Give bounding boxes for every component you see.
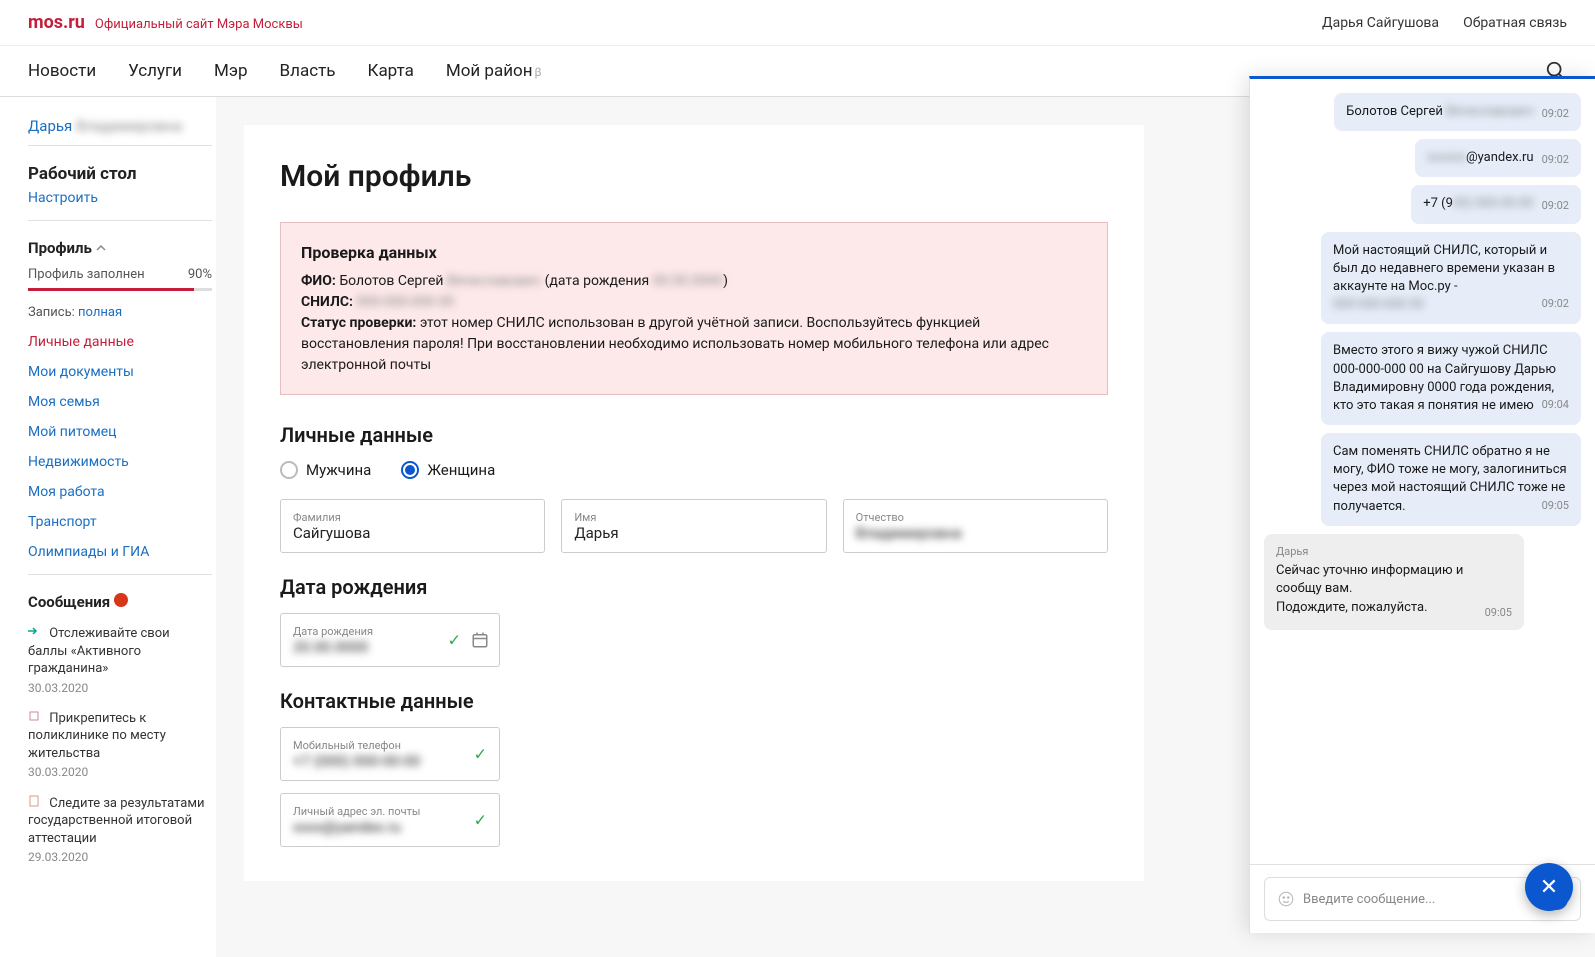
brand-logo: mos.ru (28, 12, 85, 33)
gender-female-radio[interactable]: Женщина (401, 461, 495, 479)
chat-bubble-agent: Дарья Сейчас уточню информацию и сообщу … (1264, 534, 1524, 630)
message-item[interactable]: Следите за результатами государственной … (28, 795, 212, 866)
sidebar-item-family[interactable]: Моя семья (28, 394, 212, 410)
check-icon: ✓ (474, 811, 487, 830)
dob-section-heading: Дата рождения (280, 575, 1108, 599)
header-top: mos.ru Официальный сайт Мэра Москвы Дарь… (0, 0, 1595, 46)
sidebar-desktop-heading: Рабочий стол (28, 164, 212, 184)
personal-section-heading: Личные данные (280, 423, 1108, 447)
sidebar-item-property[interactable]: Недвижимость (28, 454, 212, 470)
nav-item-news[interactable]: Новости (28, 61, 96, 81)
emoji-icon[interactable] (1277, 890, 1295, 908)
page-title: Мой профиль (280, 159, 1108, 194)
verification-alert: Проверка данных ФИО: Болотов Сергей Вяче… (280, 222, 1108, 395)
dob-field[interactable]: Дата рождения 20.00.0000 ✓ (280, 613, 500, 667)
check-icon: ✓ (448, 631, 461, 650)
message-item[interactable]: Прикрепитесь к поликлинике по месту жите… (28, 710, 212, 781)
nav-item-mayor[interactable]: Мэр (214, 61, 248, 81)
document-icon (28, 795, 42, 809)
alert-snils-row: СНИЛС: 000-000-000 00 (301, 292, 1087, 313)
sidebar-messages-heading[interactable]: Сообщения (28, 593, 212, 611)
calendar-icon[interactable] (471, 631, 489, 649)
gender-radios: Мужчина Женщина (280, 461, 1108, 479)
sidebar-item-pet[interactable]: Мой питомец (28, 424, 212, 440)
record-value[interactable]: полная (78, 305, 122, 320)
chat-bubble-user: Вместо этого я вижу чужой СНИЛС 000-000-… (1321, 332, 1581, 425)
chat-close-fab[interactable]: ✕ (1525, 863, 1573, 911)
radio-icon (280, 461, 298, 479)
sidebar-user[interactable]: Дарья Владимировна (28, 117, 212, 135)
sidebar-profile-heading[interactable]: Профиль (28, 239, 212, 257)
alert-heading: Проверка данных (301, 241, 1087, 265)
nav-item-map[interactable]: Карта (368, 61, 414, 81)
brand-tagline: Официальный сайт Мэра Москвы (95, 17, 303, 32)
record-row: Запись: полная (28, 305, 212, 320)
sidebar-item-job[interactable]: Моя работа (28, 484, 212, 500)
sidebar-item-transport[interactable]: Транспорт (28, 514, 212, 530)
alert-fio-row: ФИО: Болотов Сергей Вячеславович (дата р… (301, 271, 1087, 292)
brand[interactable]: mos.ru Официальный сайт Мэра Москвы (28, 12, 303, 33)
arrow-icon (28, 625, 42, 639)
nav-item-services[interactable]: Услуги (128, 61, 182, 81)
beta-badge: β (535, 65, 542, 79)
divider (28, 220, 212, 221)
chat-bubble-user: Болотов Сергей Вячеславович 09:02 (1334, 93, 1581, 131)
nav-item-gov[interactable]: Власть (280, 61, 336, 81)
profile-progress: Профиль заполнен 90% (28, 267, 212, 282)
sidebar-configure[interactable]: Настроить (28, 190, 212, 206)
sidebar: Дарья Владимировна Рабочий стол Настроит… (0, 97, 216, 957)
check-icon: ✓ (474, 745, 487, 764)
sidebar-item-olympiads[interactable]: Олимпиады и ГИА (28, 544, 212, 560)
chat-messages[interactable]: Болотов Сергей Вячеславович 09:02 xxxxxx… (1250, 79, 1595, 864)
clinic-icon (28, 710, 42, 724)
alert-status-row: Статус проверки: этот номер СНИЛС исполь… (301, 313, 1087, 376)
profile-card: Мой профиль Проверка данных ФИО: Болотов… (244, 125, 1144, 881)
name-fields-row: Фамилия Сайгушова Имя Дарья Отчество Вла… (280, 499, 1108, 553)
divider (28, 574, 212, 575)
radio-icon (401, 461, 419, 479)
chat-bubble-user: xxxxxx@yandex.ru 09:02 (1415, 139, 1581, 177)
header-feedback[interactable]: Обратная связь (1463, 15, 1567, 31)
surname-field[interactable]: Фамилия Сайгушова (280, 499, 545, 553)
chevron-up-icon (96, 243, 106, 253)
sidebar-item-personal[interactable]: Личные данные (28, 334, 212, 350)
nav-item-district[interactable]: Мой районβ (446, 61, 542, 81)
divider (28, 145, 212, 146)
close-icon: ✕ (1540, 875, 1558, 900)
header-links: Дарья Сайгушова Обратная связь (1322, 15, 1567, 31)
phone-field[interactable]: Мобильный телефон +7 (000) 000-00-00 ✓ (280, 727, 500, 781)
messages-badge-icon (114, 593, 128, 607)
message-item[interactable]: Отслеживайте свои баллы «Активного гражд… (28, 625, 212, 696)
contact-section-heading: Контактные данные (280, 689, 1108, 713)
progress-bar (28, 288, 212, 291)
email-field[interactable]: Личный адрес эл. почты xxxx@yandex.ru ✓ (280, 793, 500, 847)
chat-bubble-user: +7 (900) 000-00-00 09:02 (1411, 185, 1581, 223)
name-field[interactable]: Имя Дарья (561, 499, 826, 553)
patronymic-field[interactable]: Отчество Владимировна (843, 499, 1108, 553)
gender-male-radio[interactable]: Мужчина (280, 461, 371, 479)
chat-bubble-user: Мой настоящий СНИЛС, который и был до не… (1321, 232, 1581, 325)
sidebar-item-documents[interactable]: Мои документы (28, 364, 212, 380)
header-user[interactable]: Дарья Сайгушова (1322, 15, 1439, 31)
chat-panel: Болотов Сергей Вячеславович 09:02 xxxxxx… (1249, 76, 1595, 933)
chat-bubble-user: Сам поменять СНИЛС обратно я не могу, ФИ… (1321, 433, 1581, 526)
